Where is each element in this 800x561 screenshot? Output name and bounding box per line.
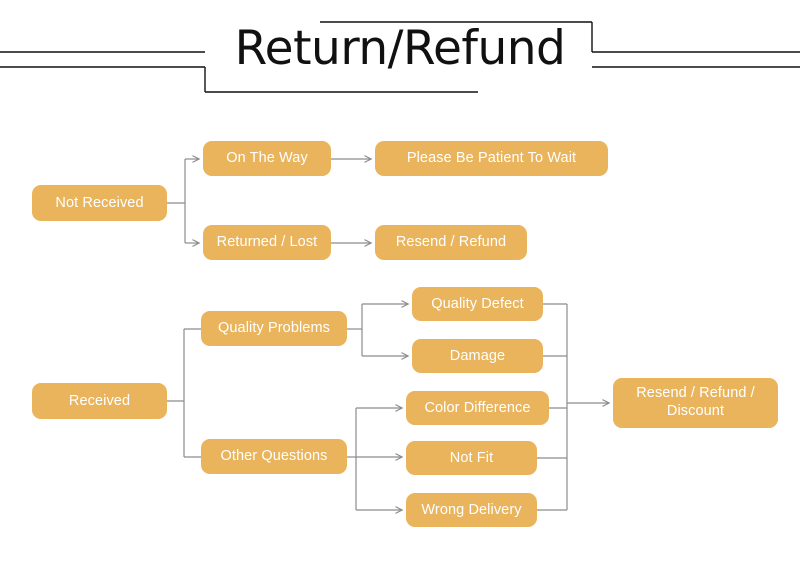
node-other-questions[interactable]: Other Questions (201, 439, 347, 474)
node-returned-lost[interactable]: Returned / Lost (203, 225, 331, 260)
node-please-be-patient-to-wait[interactable]: Please Be Patient To Wait (375, 141, 608, 176)
node-damage[interactable]: Damage (412, 339, 543, 373)
node-resend-refund[interactable]: Resend / Refund (375, 225, 527, 260)
node-quality-problems[interactable]: Quality Problems (201, 311, 347, 346)
node-quality-defect[interactable]: Quality Defect (412, 287, 543, 321)
node-on-the-way[interactable]: On The Way (203, 141, 331, 176)
node-wrong-delivery[interactable]: Wrong Delivery (406, 493, 537, 527)
node-received[interactable]: Received (32, 383, 167, 419)
flowchart: Not Received On The Way Returned / Lost … (0, 0, 800, 561)
connector-lines (167, 155, 611, 514)
node-not-received[interactable]: Not Received (32, 185, 167, 221)
node-resend-refund-discount[interactable]: Resend / Refund / Discount (613, 378, 778, 428)
node-color-difference[interactable]: Color Difference (406, 391, 549, 425)
flowchart-page: Return/Refund Not Received On The Way Re… (0, 0, 800, 561)
node-not-fit[interactable]: Not Fit (406, 441, 537, 475)
